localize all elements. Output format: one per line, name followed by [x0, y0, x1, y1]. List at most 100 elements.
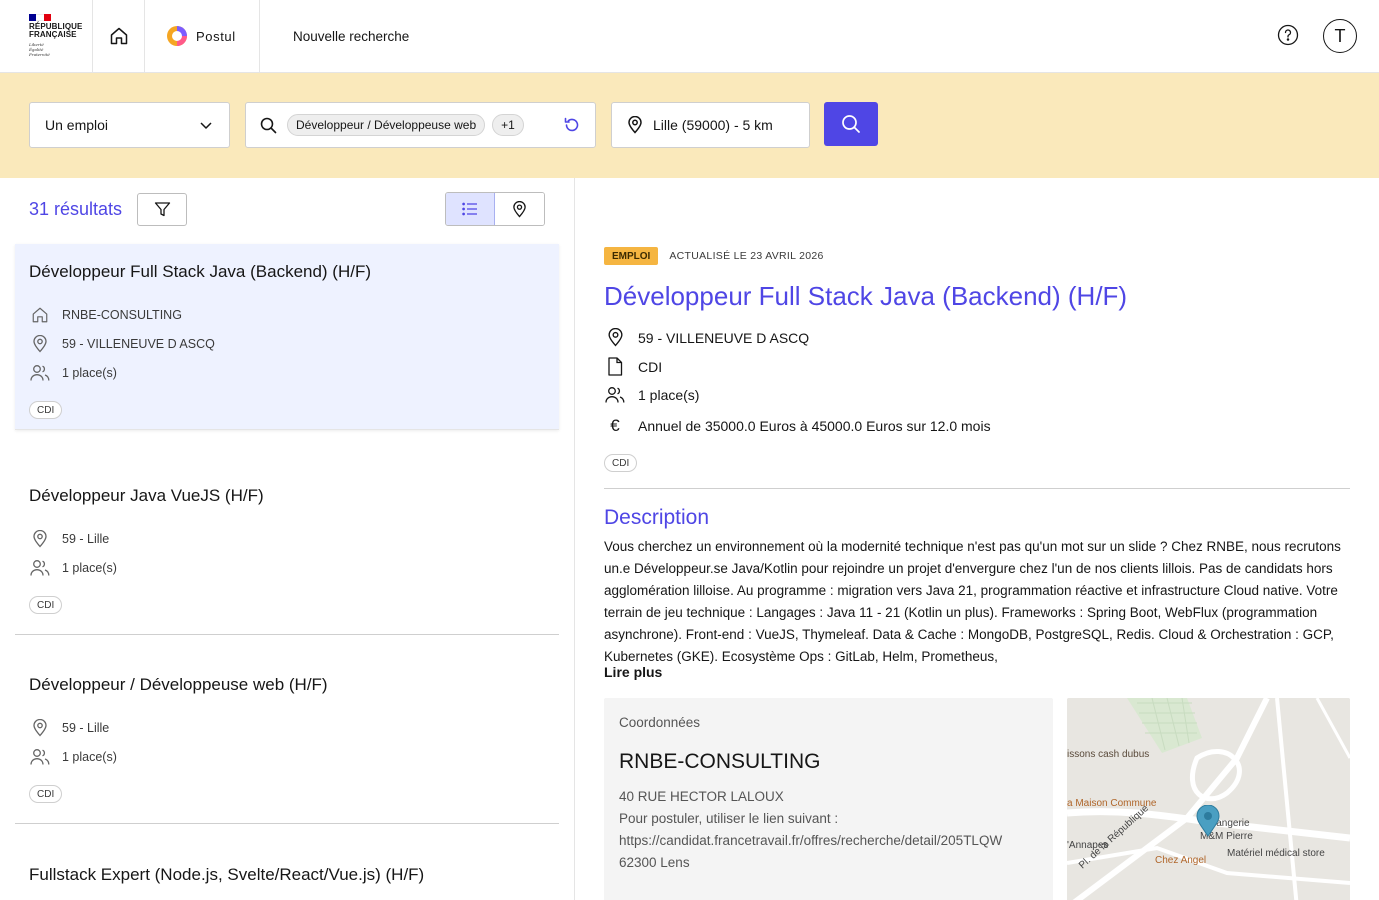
contact-apply-url[interactable]: https://candidat.francetravail.fr/offres…	[619, 830, 1038, 852]
offer-type-tag: EMPLOI	[604, 247, 659, 265]
contact-card: Coordonnées RNBE-CONSULTING 40 RUE HECTO…	[604, 698, 1053, 900]
map-label: Chez Angel	[1155, 855, 1207, 866]
chevron-down-icon	[200, 122, 212, 130]
list-view-button[interactable]	[446, 193, 495, 225]
detail-location: 59 - VILLENEUVE D ASCQ	[604, 328, 809, 347]
user-avatar-button[interactable]: T	[1323, 19, 1357, 53]
contract-badge: CDI	[29, 785, 63, 803]
location-pin-icon	[32, 529, 47, 547]
users-icon	[29, 364, 49, 381]
detail-contract-text: CDI	[638, 358, 663, 375]
result-title[interactable]: Fullstack Expert (Node.js, Svelte/React/…	[29, 865, 545, 885]
users-icon	[29, 559, 49, 576]
document-icon	[608, 357, 623, 376]
divider	[604, 488, 1350, 489]
detail-tagline: EMPLOI ACTUALISÉ LE 23 AVRIL 2026	[604, 247, 824, 265]
question-circle-icon	[1277, 24, 1299, 46]
map-label: issons cash dubus	[1067, 749, 1150, 760]
search-type-select[interactable]: Un emploi	[29, 102, 230, 148]
result-places: 1 place(s)	[29, 553, 545, 582]
contact-address: 40 RUE HECTOR LALOUX	[619, 789, 784, 804]
location-map[interactable]: issons cash dubus a Maison Commune lange…	[1067, 698, 1350, 900]
result-location-text: 59 - Lille	[62, 720, 110, 735]
contact-label: Coordonnées	[619, 715, 701, 730]
results-header: 31 résultats	[29, 192, 545, 226]
contact-company: RNBE-CONSULTING	[619, 750, 821, 773]
detail-salary-text: Annuel de 35000.0 Euros à 45000.0 Euros …	[638, 418, 991, 434]
results-count: 31 résultats	[29, 198, 123, 219]
search-icon	[842, 115, 860, 133]
map-view-button[interactable]	[495, 193, 544, 225]
result-places-text: 1 place(s)	[62, 749, 117, 764]
map-marker-icon[interactable]	[1196, 805, 1220, 837]
contact-city: 62300 Lens	[619, 855, 690, 870]
contact-apply-text: Pour postuler, utiliser le lien suivant …	[619, 811, 839, 826]
result-title[interactable]: Développeur / Développeuse web (H/F)	[29, 675, 545, 695]
help-button[interactable]	[1277, 24, 1301, 48]
search-type-value: Un emploi	[45, 117, 109, 133]
result-places: 1 place(s)	[29, 742, 545, 771]
location-pin-icon	[32, 718, 47, 736]
result-card[interactable]: Développeur Java VueJS (H/F) 59 - Lille …	[15, 468, 559, 635]
result-location: 59 - VILLENEUVE D ASCQ	[29, 329, 545, 358]
location-pin-icon	[513, 200, 526, 218]
building-icon	[32, 307, 47, 322]
filter-button[interactable]	[137, 192, 188, 226]
contract-badge: CDI	[604, 454, 638, 472]
result-card[interactable]: Développeur Full Stack Java (Backend) (H…	[15, 244, 559, 430]
result-title[interactable]: Développeur Java VueJS (H/F)	[29, 486, 545, 506]
keyword-more-chip[interactable]: +1	[492, 114, 524, 136]
result-company-name: RNBE-CONSULTING	[62, 307, 182, 322]
postul-logo-icon	[167, 26, 187, 46]
detail-salary: € Annuel de 35000.0 Euros à 45000.0 Euro…	[604, 416, 991, 436]
location-pin-icon	[607, 328, 623, 347]
result-location-text: 59 - Lille	[62, 531, 110, 546]
keyword-field[interactable]: Développeur / Développeuse web +1	[245, 102, 596, 148]
result-title[interactable]: Développeur Full Stack Java (Backend) (H…	[29, 262, 545, 282]
keyword-chip[interactable]: Développeur / Développeuse web	[287, 114, 486, 136]
location-pin-icon	[628, 116, 642, 134]
view-toggle	[445, 192, 545, 226]
search-submit-button[interactable]	[824, 102, 878, 146]
avatar-initial: T	[1334, 25, 1346, 46]
home-button[interactable]	[93, 0, 145, 72]
map-label: Matériel médical store	[1227, 848, 1325, 859]
result-places-text: 1 place(s)	[62, 365, 117, 380]
detail-location-text: 59 - VILLENEUVE D ASCQ	[638, 329, 810, 346]
result-card[interactable]: Développeur / Développeuse web (H/F) 59 …	[15, 657, 559, 824]
brand-name: Postul	[196, 28, 236, 44]
location-value: Lille (59000) - 5 km	[653, 117, 773, 133]
users-icon	[605, 387, 625, 403]
euro-icon: €	[610, 416, 620, 435]
read-more-link[interactable]: Lire plus	[604, 664, 662, 680]
result-location: 59 - Lille	[29, 524, 545, 553]
top-header: RÉPUBLIQUE FRANÇAISE Liberté Égalité Fra…	[0, 0, 1379, 73]
home-icon	[110, 27, 127, 45]
contract-badge: CDI	[29, 401, 63, 419]
search-bar: Un emploi Développeur / Développeuse web…	[0, 73, 1379, 178]
updated-date: ACTUALISÉ LE 23 AVRIL 2026	[669, 250, 824, 262]
nav-new-search[interactable]: Nouvelle recherche	[260, 0, 409, 72]
job-title: Développeur Full Stack Java (Backend) (H…	[604, 281, 1128, 311]
result-places-text: 1 place(s)	[62, 560, 117, 575]
job-detail-panel: EMPLOI ACTUALISÉ LE 23 AVRIL 2026 Dévelo…	[575, 178, 1379, 900]
filter-icon	[154, 201, 170, 216]
users-icon	[29, 748, 49, 765]
republique-label: RÉPUBLIQUE FRANÇAISE	[29, 22, 83, 39]
description-heading: Description	[604, 506, 710, 529]
location-field[interactable]: Lille (59000) - 5 km	[611, 102, 810, 148]
result-card[interactable]: Fullstack Expert (Node.js, Svelte/React/…	[15, 847, 559, 900]
contract-badge: CDI	[29, 596, 63, 614]
motto-label: Liberté Égalité Fraternité	[29, 42, 50, 57]
description-text: Vous cherchez un environnement où la mod…	[604, 539, 1341, 664]
brand-link[interactable]: Postul	[145, 0, 260, 72]
french-flag-icon	[29, 14, 51, 21]
result-company: RNBE-CONSULTING	[29, 300, 545, 329]
result-location-text: 59 - VILLENEUVE D ASCQ	[62, 336, 215, 351]
detail-places-text: 1 place(s)	[638, 387, 700, 403]
result-location: 59 - Lille	[29, 713, 545, 742]
republique-francaise-logo[interactable]: RÉPUBLIQUE FRANÇAISE Liberté Égalité Fra…	[0, 0, 93, 72]
reset-icon[interactable]	[563, 116, 581, 134]
detail-contract: CDI	[604, 357, 662, 376]
results-panel: 31 résultats Développeur Full Stack Java…	[0, 178, 575, 900]
